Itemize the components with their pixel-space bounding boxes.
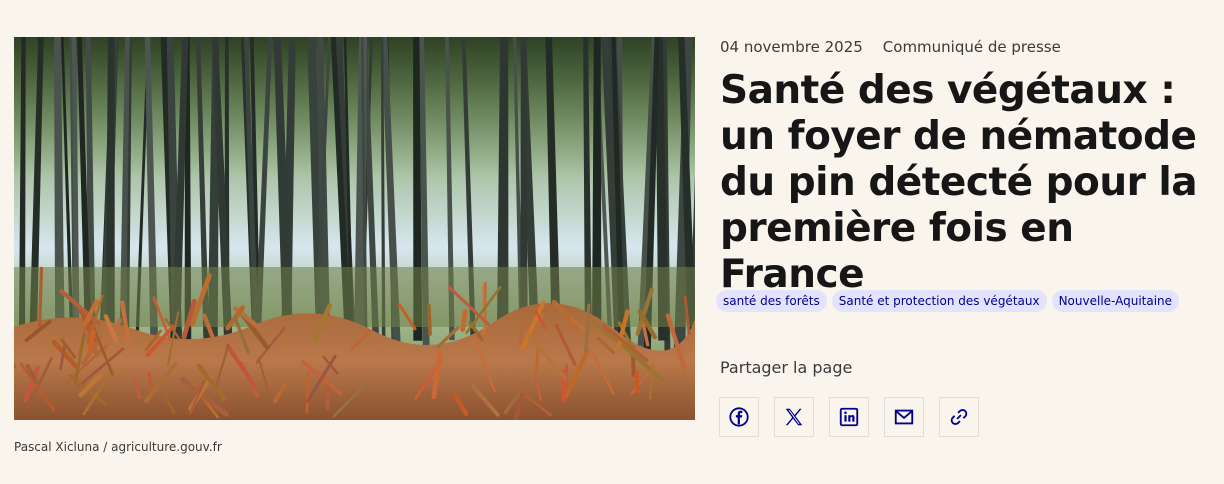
- page-title: Santé des végétaux : un foyer de nématod…: [720, 68, 1198, 297]
- fern-frond: [634, 370, 640, 394]
- share-mail-button[interactable]: [884, 397, 924, 437]
- facebook-icon: [729, 407, 749, 427]
- hero-image: [14, 37, 695, 420]
- tag-list: santé des forêts Santé et protection des…: [716, 290, 1180, 312]
- fern-frond: [37, 266, 44, 328]
- tag-sante-des-forets[interactable]: santé des forêts: [716, 290, 827, 312]
- link-icon: [950, 409, 968, 425]
- x-icon: [785, 408, 803, 426]
- copy-link-button[interactable]: [939, 397, 979, 437]
- share-x-button[interactable]: [774, 397, 814, 437]
- image-credit: Pascal Xicluna / agriculture.gouv.fr: [14, 440, 222, 454]
- content-type: Communiqué de presse: [882, 38, 1061, 56]
- publication-date: 04 novembre 2025: [720, 38, 863, 56]
- fern-frond: [460, 308, 468, 332]
- share-linkedin-button[interactable]: [829, 397, 869, 437]
- fern-frond: [305, 370, 310, 414]
- share-facebook-button[interactable]: [719, 397, 759, 437]
- tag-nouvelle-aquitaine[interactable]: Nouvelle-Aquitaine: [1051, 290, 1180, 312]
- fern-frond: [147, 371, 153, 397]
- tag-sante-protection-vegetaux[interactable]: Santé et protection des végétaux: [831, 290, 1047, 312]
- linkedin-icon: [839, 407, 859, 427]
- fern-frond: [426, 303, 432, 336]
- share-label: Partager la page: [720, 358, 853, 377]
- forest-illustration: [14, 37, 695, 420]
- mail-icon: [894, 409, 914, 425]
- article-meta: 04 novembre 2025 Communiqué de presse: [720, 38, 1061, 56]
- share-buttons: [719, 397, 979, 437]
